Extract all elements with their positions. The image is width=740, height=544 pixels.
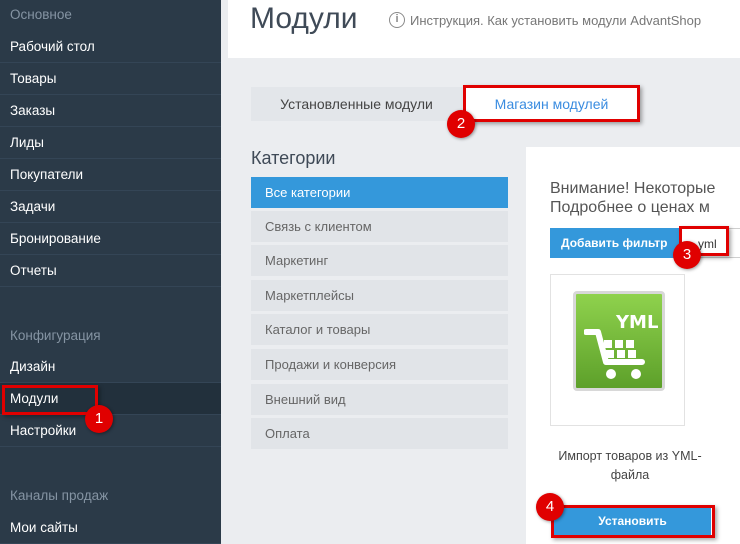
- page-header: Модули i Инструкция. Как установить моду…: [228, 0, 740, 58]
- category-customer-contact[interactable]: Связь с клиентом: [251, 211, 508, 242]
- category-catalog-products[interactable]: Каталог и товары: [251, 314, 508, 345]
- info-circle-icon[interactable]: i: [389, 12, 405, 28]
- sidebar-item-booking[interactable]: Бронирование: [0, 223, 221, 255]
- callout-badge-1: 1: [85, 405, 113, 433]
- category-marketing[interactable]: Маркетинг: [251, 245, 508, 276]
- sidebar-item-leads[interactable]: Лиды: [0, 127, 221, 159]
- page-title: Модули: [250, 2, 358, 35]
- notice-line-1: Внимание! Некоторые: [550, 180, 716, 197]
- category-appearance[interactable]: Внешний вид: [251, 384, 508, 415]
- category-payment[interactable]: Оплата: [251, 418, 508, 449]
- sidebar-item-my-sites[interactable]: Мои сайты: [0, 512, 221, 544]
- module-name: Импорт товаров из YML-файла: [558, 449, 702, 482]
- category-all[interactable]: Все категории: [251, 177, 508, 208]
- sidebar: Основное Рабочий стол Товары Заказы Лиды…: [0, 0, 221, 544]
- category-sales-conversion[interactable]: Продажи и конверсия: [251, 349, 508, 380]
- module-store-panel: Внимание! Некоторые Подробнее о ценах м …: [526, 147, 740, 544]
- callout-badge-3: 3: [673, 241, 701, 269]
- callout-badge-4: 4: [536, 493, 564, 521]
- tab-installed-modules[interactable]: Установленные модули: [251, 87, 462, 121]
- notice-text: Внимание! Некоторые Подробнее о ценах м: [550, 179, 715, 217]
- sidebar-item-customers[interactable]: Покупатели: [0, 159, 221, 191]
- sidebar-item-tasks[interactable]: Задачи: [0, 191, 221, 223]
- sidebar-group-config: Конфигурация: [10, 328, 101, 343]
- callout-badge-2: 2: [447, 110, 475, 138]
- install-button[interactable]: Установить: [554, 506, 711, 536]
- module-card-image[interactable]: YML: [550, 274, 685, 426]
- category-marketplaces[interactable]: Маркетплейсы: [251, 280, 508, 311]
- shopping-cart-icon: [584, 329, 645, 379]
- tab-module-store[interactable]: Магазин модулей: [464, 87, 639, 121]
- sidebar-item-orders[interactable]: Заказы: [0, 95, 221, 127]
- sidebar-item-reports[interactable]: Отчеты: [0, 255, 221, 287]
- sidebar-group-main: Основное: [10, 7, 72, 22]
- sidebar-group-channels: Каналы продаж: [10, 488, 109, 503]
- sidebar-item-design[interactable]: Дизайн: [0, 351, 221, 383]
- categories-heading: Категории: [251, 148, 336, 168]
- notice-line-2: Подробнее о ценах м: [550, 199, 710, 216]
- add-filter-button[interactable]: Добавить фильтр: [550, 228, 680, 258]
- sidebar-item-products[interactable]: Товары: [0, 63, 221, 95]
- sidebar-item-dashboard[interactable]: Рабочий стол: [0, 31, 221, 63]
- help-link[interactable]: Инструкция. Как установить модули Advant…: [410, 13, 701, 28]
- module-logo: YML: [573, 291, 665, 391]
